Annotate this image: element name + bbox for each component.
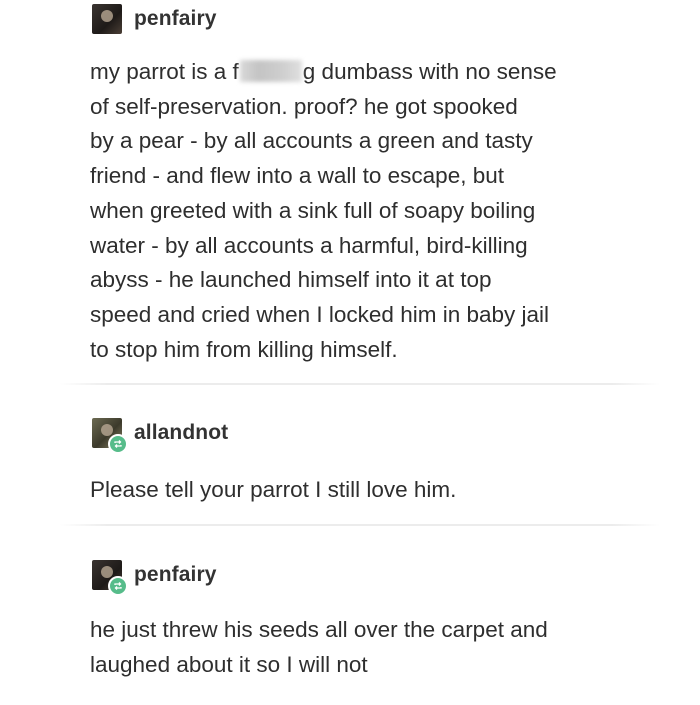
username[interactable]: penfairy	[134, 563, 217, 587]
post-header: penfairy	[92, 2, 217, 36]
avatar-face	[101, 424, 113, 436]
divider	[60, 524, 660, 526]
avatar[interactable]	[92, 560, 128, 596]
avatar[interactable]	[92, 418, 128, 454]
avatar-face	[101, 566, 113, 578]
divider	[60, 383, 660, 385]
post-body-start: my parrot is a f	[90, 59, 239, 84]
post-body: he just threw his seeds all over the car…	[90, 617, 548, 677]
avatar[interactable]	[92, 4, 122, 34]
reblog-icon	[108, 576, 128, 596]
username[interactable]: allandnot	[134, 421, 228, 445]
reblog-icon	[108, 434, 128, 454]
censor-blur	[239, 60, 302, 82]
avatar-face	[101, 10, 113, 22]
post-header: allandnot	[92, 416, 228, 454]
post-body: my parrot is a fg dumbass with no sense …	[90, 55, 670, 367]
username[interactable]: penfairy	[134, 7, 217, 31]
post-header: penfairy	[92, 558, 217, 596]
post-body: Please tell your parrot I still love him…	[90, 477, 457, 502]
post-body-rest: g dumbass with no sense of self-preserva…	[90, 59, 557, 362]
